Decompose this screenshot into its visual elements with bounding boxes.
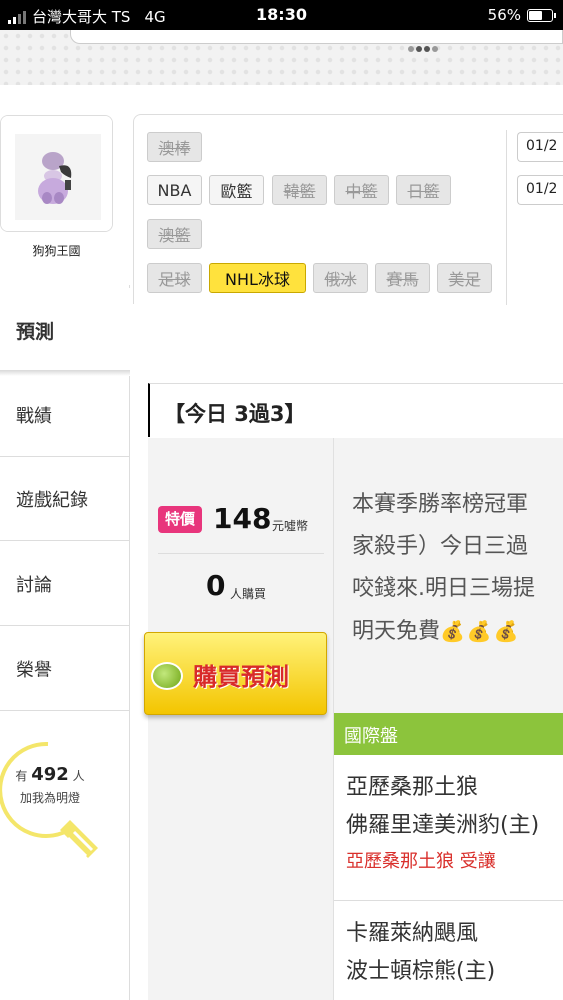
battery-percent: 56% — [487, 6, 521, 24]
date-chip[interactable]: 01/2 — [517, 132, 563, 162]
offer-divider — [158, 553, 324, 554]
description-line: 明天免費💰💰💰 — [352, 610, 563, 653]
description-line: 家殺手）今日三過 — [352, 534, 529, 559]
coin-icon — [151, 662, 183, 690]
clock: 18:30 — [256, 5, 307, 24]
market-header: 國際盤 — [334, 713, 563, 755]
league-tag-soccer: 足球 — [147, 263, 202, 293]
game-handicap-note: 亞歷桑那土狼 受讓 — [346, 851, 496, 872]
league-tag-korea-basketball: 韓籃 — [272, 175, 327, 205]
buy-prediction-label: 購買預測 — [193, 663, 289, 691]
status-bar: 台灣大哥大 TS 4G 18:30 56% — [0, 0, 563, 30]
fans-prefix: 有 — [15, 769, 28, 783]
game-item: 卡羅萊納颶風 波士頓棕熊(主) — [334, 915, 563, 991]
money-bag-icon: 💰💰💰 — [440, 619, 521, 643]
league-tag-russia-hockey: 俄冰 — [313, 263, 368, 293]
buy-prediction-button[interactable]: 購買預測 — [144, 632, 327, 715]
fans-counter[interactable]: 有 492 人 加我為明燈 — [0, 764, 100, 809]
league-tag-horse-racing: 賽馬 — [375, 263, 430, 293]
price-value: 148 — [213, 502, 272, 535]
league-tag-china-basketball: 中籃 — [334, 175, 389, 205]
game-home-team: 卡羅萊納颶風 — [346, 921, 479, 946]
game-divider — [334, 900, 563, 901]
league-tag-euro-basketball[interactable]: 歐籃 — [209, 175, 264, 205]
menu-item-game-history[interactable]: 遊戲紀錄 — [0, 457, 130, 541]
special-price-badge: 特價 — [158, 506, 202, 533]
description-line-text: 明天免費 — [352, 619, 441, 644]
description-line: 本賽季勝率榜冠軍 — [352, 492, 529, 517]
price-unit: 元噓幣 — [272, 519, 309, 533]
profile-name: 狗狗王國 — [32, 244, 81, 258]
game-away-team: 波士頓棕熊(主) — [346, 959, 496, 984]
game-home-team: 亞歷桑那土狼 — [346, 775, 479, 800]
description-line: 咬錢來.明日三場提 — [352, 576, 535, 601]
page-dots[interactable] — [408, 46, 438, 52]
game-item: 亞歷桑那土狼 佛羅里達美洲豹(主) 亞歷桑那土狼 受讓 — [334, 769, 563, 879]
league-tag-aus-basketball: 澳籃 — [147, 219, 202, 249]
menu-item-discussion[interactable]: 討論 — [0, 542, 130, 626]
game-away-team: 佛羅里達美洲豹(主) — [346, 813, 540, 838]
game-list: 亞歷桑那土狼 佛羅里達美洲豹(主) 亞歷桑那土狼 受讓 卡羅萊納颶風 波士頓棕熊… — [334, 755, 563, 1000]
league-tag-american-football: 美足 — [437, 263, 492, 293]
today-title: 【今日 3過3】 — [148, 383, 563, 437]
date-chip[interactable]: 01/2 — [517, 175, 563, 205]
league-divider — [506, 130, 507, 305]
league-tag-japan-basketball: 日籃 — [396, 175, 451, 205]
menu-item-predict[interactable]: 預測 — [0, 288, 130, 372]
league-tag-nhl[interactable]: NHL冰球 — [209, 263, 306, 293]
menu-item-honor[interactable]: 榮譽 — [0, 627, 130, 711]
buyers-count: 0 — [206, 569, 226, 602]
menu-item-record[interactable]: 戰績 — [0, 373, 130, 457]
fans-suffix: 人 — [72, 769, 85, 783]
fans-count: 492 — [31, 764, 69, 785]
header-card — [70, 30, 563, 44]
league-tag-aus-baseball: 澳棒 — [147, 132, 202, 162]
dog-figure-image — [1, 116, 112, 231]
league-tag-nba[interactable]: NBA — [147, 175, 202, 205]
fans-caption: 加我為明燈 — [19, 791, 80, 805]
prediction-description: 本賽季勝率榜冠軍 家殺手）今日三過 咬錢來.明日三場提 明天免費💰💰💰 — [352, 484, 563, 653]
avatar[interactable] — [0, 115, 113, 232]
buyers-unit: 人購買 — [230, 587, 267, 601]
battery-icon — [527, 8, 556, 22]
